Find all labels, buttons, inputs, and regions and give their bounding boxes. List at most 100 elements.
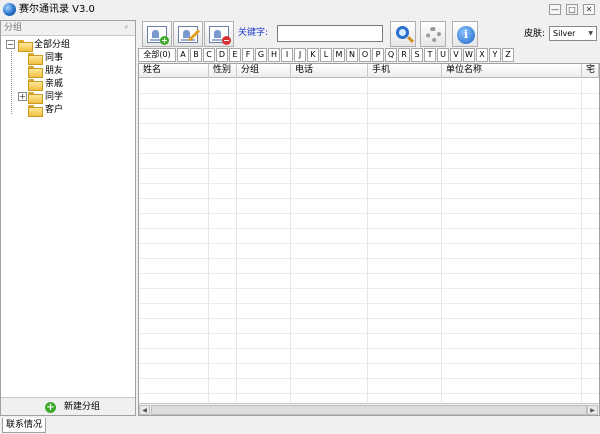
gear-icon: [426, 27, 441, 42]
new-group-label: 新建分组: [64, 402, 101, 412]
letter-filter-b[interactable]: B: [190, 48, 202, 62]
letter-filter-all[interactable]: 全部(0): [138, 48, 176, 62]
letter-filter-g[interactable]: G: [255, 48, 267, 62]
folder-icon: [28, 105, 43, 117]
column-gridline: [367, 79, 368, 402]
letter-filter-p[interactable]: P: [372, 48, 384, 62]
letter-filter-x[interactable]: X: [476, 48, 488, 62]
letter-filter-j[interactable]: J: [294, 48, 306, 62]
letter-filter-d[interactable]: D: [216, 48, 228, 62]
group-panel: 分组 ᵖ − 全部分组 同事 朋友 亲戚 + 同学 客户 + 新建分组: [0, 20, 136, 416]
scroll-right-icon[interactable]: ▶: [587, 405, 598, 415]
row-gridline: [139, 378, 599, 379]
toolbar: + − 关键字: i 皮肤: Silver ▼: [137, 20, 600, 47]
table-header: 姓名 性别 分组 电话 手机 单位名称宅: [139, 64, 599, 78]
close-button[interactable]: ✕: [583, 4, 595, 15]
letter-filter-n[interactable]: N: [346, 48, 358, 62]
delete-badge-icon: −: [222, 36, 231, 45]
column-header[interactable]: 姓名: [139, 64, 209, 78]
row-gridline: [139, 213, 599, 214]
letter-filter-t[interactable]: T: [424, 48, 436, 62]
group-panel-header: 分组 ᵖ: [1, 21, 135, 36]
letter-filter-z[interactable]: Z: [502, 48, 514, 62]
expand-icon[interactable]: +: [18, 92, 27, 101]
row-gridline: [139, 333, 599, 334]
letter-filter-i[interactable]: I: [281, 48, 293, 62]
table-body[interactable]: [139, 79, 599, 402]
info-icon: i: [457, 26, 475, 44]
column-header[interactable]: 手机: [368, 64, 442, 78]
column-gridline: [581, 79, 582, 402]
row-gridline: [139, 93, 599, 94]
tree-item-classmates[interactable]: + 同学: [18, 91, 98, 104]
row-gridline: [139, 183, 599, 184]
edit-contact-button[interactable]: [173, 21, 203, 47]
letter-filter-q[interactable]: Q: [385, 48, 397, 62]
tree-item-label: 客户: [45, 105, 64, 115]
letter-filter-v[interactable]: V: [450, 48, 462, 62]
tree-item-label: 同事: [45, 53, 64, 63]
settings-button[interactable]: [420, 21, 446, 47]
row-gridline: [139, 123, 599, 124]
letter-filter-w[interactable]: W: [463, 48, 475, 62]
row-gridline: [139, 228, 599, 229]
tree-item-label: 亲戚: [45, 79, 64, 89]
tree-item-label: 朋友: [45, 66, 64, 76]
search-button[interactable]: [390, 21, 416, 47]
scroll-thumb[interactable]: [151, 405, 587, 415]
letter-filter-o[interactable]: O: [359, 48, 371, 62]
row-gridline: [139, 153, 599, 154]
row-gridline: [139, 273, 599, 274]
add-badge-icon: +: [160, 36, 169, 45]
row-gridline: [139, 258, 599, 259]
pin-icon[interactable]: ᵖ: [125, 23, 133, 33]
chevron-down-icon: ▼: [588, 30, 593, 37]
letter-filter-c[interactable]: C: [203, 48, 215, 62]
add-contact-button[interactable]: +: [142, 21, 172, 47]
skin-select[interactable]: Silver ▼: [549, 26, 597, 41]
delete-contact-button[interactable]: −: [204, 21, 234, 47]
column-header[interactable]: 性别: [209, 64, 237, 78]
about-button[interactable]: i: [452, 21, 478, 47]
row-gridline: [139, 108, 599, 109]
column-header[interactable]: 单位名称: [442, 64, 582, 78]
collapse-icon[interactable]: −: [6, 40, 15, 49]
scroll-left-icon[interactable]: ◀: [139, 405, 150, 415]
horizontal-scrollbar[interactable]: ◀ ▶: [139, 403, 599, 415]
folder-icon: [28, 53, 43, 65]
keyword-input[interactable]: [277, 25, 383, 42]
minimize-button[interactable]: —: [549, 4, 561, 15]
column-header[interactable]: 分组: [237, 64, 291, 78]
keyword-label: 关键字:: [238, 28, 269, 38]
maximize-button[interactable]: □: [566, 4, 578, 15]
column-gridline: [236, 79, 237, 402]
letter-filter-y[interactable]: Y: [489, 48, 501, 62]
tab-contact-info[interactable]: 联系情况: [2, 418, 46, 433]
letter-filter-s[interactable]: S: [411, 48, 423, 62]
title-bar: 赛尔通讯录 V3.0 — □ ✕: [0, 0, 600, 20]
letter-filter-a[interactable]: A: [177, 48, 189, 62]
folder-icon: [28, 79, 43, 91]
tree-item-label: 同学: [45, 92, 64, 102]
contacts-table: 姓名 性别 分组 电话 手机 单位名称宅 ◀ ▶: [138, 63, 600, 416]
column-gridline: [441, 79, 442, 402]
row-gridline: [139, 303, 599, 304]
letter-filter-e[interactable]: E: [229, 48, 241, 62]
letter-filter-f[interactable]: F: [242, 48, 254, 62]
letter-filter-l[interactable]: L: [320, 48, 332, 62]
letter-filter-r[interactable]: R: [398, 48, 410, 62]
new-group-button[interactable]: + 新建分组: [1, 397, 135, 415]
column-header[interactable]: 宅: [582, 64, 599, 78]
letter-filter-u[interactable]: U: [437, 48, 449, 62]
row-gridline: [139, 288, 599, 289]
letter-filter-m[interactable]: M: [333, 48, 345, 62]
group-panel-title: 分组: [4, 23, 23, 33]
column-gridline: [208, 79, 209, 402]
letter-filter-k[interactable]: K: [307, 48, 319, 62]
row-gridline: [139, 168, 599, 169]
letter-filter-h[interactable]: H: [268, 48, 280, 62]
row-gridline: [139, 198, 599, 199]
column-header[interactable]: 电话: [291, 64, 368, 78]
row-gridline: [139, 138, 599, 139]
folder-icon: [28, 92, 43, 104]
